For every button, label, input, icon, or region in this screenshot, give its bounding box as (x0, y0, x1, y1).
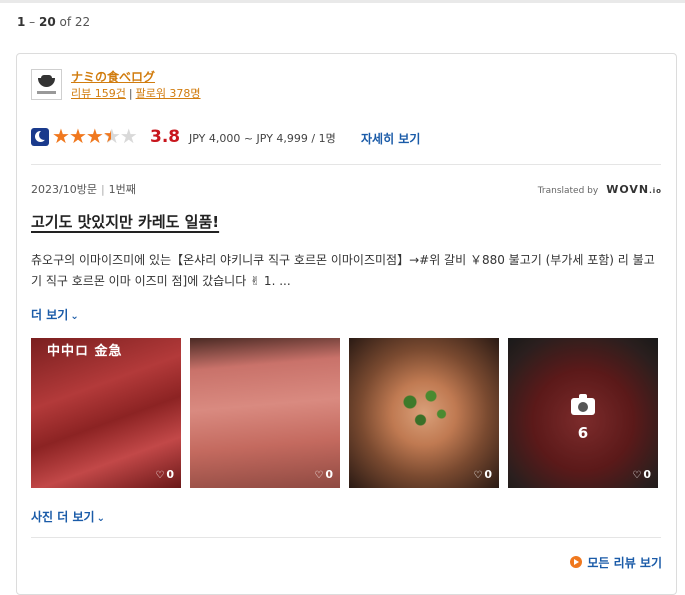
avatar-caption (37, 91, 56, 94)
rating-row: ★★★★★★ 3.8 JPY 4,000 ~ JPY 4,999 / 1명 자세… (31, 124, 661, 148)
visit-info: 2023/10방문 | 1번째 (31, 181, 136, 197)
more-photos-link[interactable]: 사진 더 보기 ⌄ (31, 508, 105, 525)
reviewer-stats: 리뷰 159건 | 팔로워 378명 (71, 85, 201, 101)
detail-link[interactable]: 자세히 보기 (361, 130, 420, 147)
review-title[interactable]: 고기도 맛있지만 카레도 일품! (31, 211, 219, 232)
heart-icon: ♡ (473, 470, 483, 481)
stats-separator: | (128, 87, 133, 100)
review-body: 츄오구의 이마이즈미에 있는【온샤리 야키니쿠 직구 호르몬 이마이즈미점】→#… (31, 253, 655, 288)
review-card: ナミの食べログ 리뷰 159건|팔로워 378명 ★★★★★★ 3.8 JPY … (16, 53, 677, 595)
visit-date: 2023/10방문 (31, 183, 97, 196)
review-photo[interactable]: ♡ 0 (190, 338, 340, 488)
heart-icon: ♡ (155, 470, 165, 481)
chevron-down-icon: ⌄ (96, 513, 105, 524)
heart-icon: ♡ (632, 470, 642, 481)
read-more-link[interactable]: 더 보기 ⌄ (31, 306, 79, 323)
translated-by-label: Translated by (537, 186, 599, 196)
star-icon: ★ (52, 124, 70, 148)
visit-count: 1번째 (108, 183, 136, 196)
photo-gallery: 中中ロ 金急 ♡ 0 ♡ 0 ♡ 0 6 ♡ 0 (31, 338, 661, 488)
visit-separator: | (100, 183, 105, 196)
camera-icon (571, 394, 595, 415)
reviewer-avatar[interactable] (31, 69, 62, 100)
star-icon: ★ (85, 124, 104, 148)
rating-score: 3.8 (150, 127, 181, 147)
top-divider (0, 0, 685, 3)
review-photo-more[interactable]: 6 ♡ 0 (508, 338, 658, 488)
photo-likes: ♡ 0 (632, 468, 651, 481)
reviewer-followers-link[interactable]: 팔로워 378명 (136, 87, 201, 100)
star-rating: ★★★★★★ (52, 124, 138, 148)
price-range: JPY 4,000 ~ JPY 4,999 / 1명 (189, 132, 336, 145)
dinner-moon-icon (31, 128, 49, 146)
photo-garnish (389, 378, 459, 438)
bowl-icon (38, 78, 55, 87)
photo-overlay-text: 中中ロ 金急 (47, 344, 123, 359)
wovn-logo: WOVN.io (606, 183, 662, 196)
star-icon: ★ (68, 124, 87, 148)
review-photo[interactable]: 中中ロ 金急 ♡ 0 (31, 338, 181, 488)
empty-star-icon: ★ (119, 124, 138, 148)
review-photo[interactable]: ♡ 0 (349, 338, 499, 488)
range-separator: – (25, 15, 39, 29)
pagination-summary: 1 – 20 of 22 (17, 15, 90, 29)
reviewer-reviews-link[interactable]: 리뷰 159건 (71, 87, 126, 100)
play-icon (570, 556, 583, 568)
divider (31, 164, 661, 165)
photo-likes: ♡ 0 (473, 468, 492, 481)
range-end: 20 (39, 15, 56, 29)
all-reviews-link[interactable]: 모든 리뷰 보기 (570, 554, 662, 571)
photo-likes: ♡ 0 (155, 468, 174, 481)
more-photos-count: 6 (577, 424, 589, 442)
range-total: of 22 (55, 15, 91, 29)
chevron-down-icon: ⌄ (70, 311, 79, 322)
translation-credit[interactable]: Translated by WOVN.io (538, 183, 662, 196)
half-star-icon: ★★ (102, 124, 121, 148)
reviewer-name[interactable]: ナミの食べログ (71, 68, 155, 85)
heart-icon: ♡ (314, 470, 324, 481)
photo-likes: ♡ 0 (314, 468, 333, 481)
divider (31, 537, 661, 538)
